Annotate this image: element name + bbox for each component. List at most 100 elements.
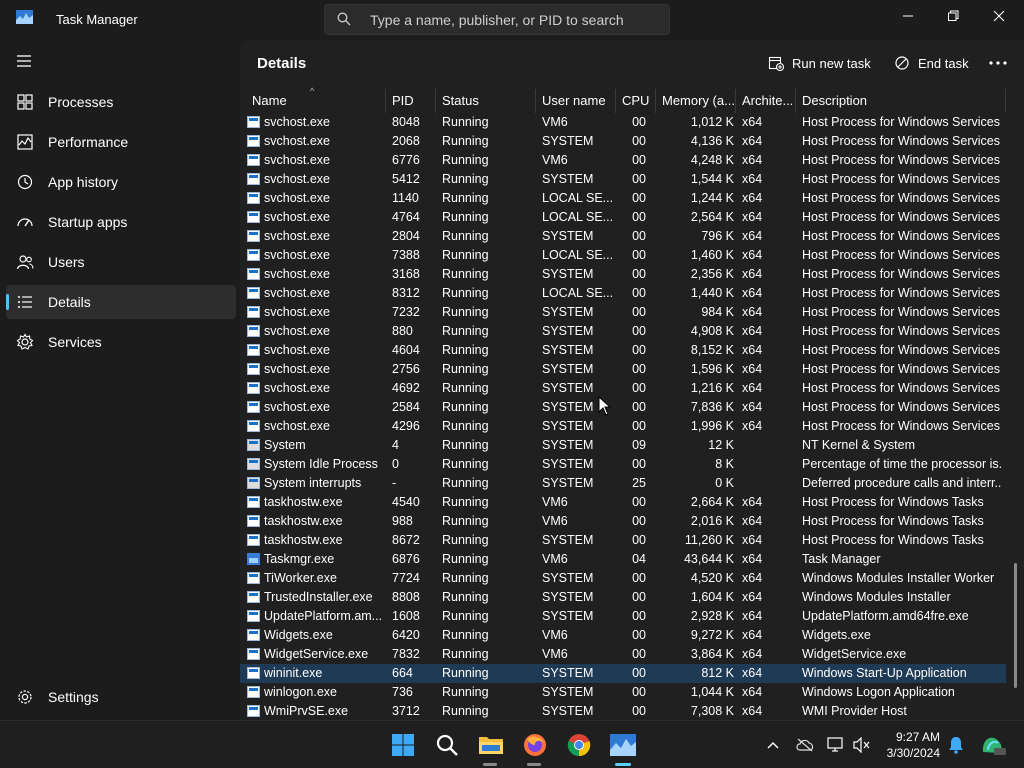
table-row[interactable]: svchost.exe 4764 Running LOCAL SE... 00 2,564… [240,208,1006,227]
table-row[interactable]: winlogon.exe 736 Running SYSTEM 00 1,044 K x64… [240,683,1006,702]
table-row[interactable]: svchost.exe 3168 Running SYSTEM 00 2,356 K x64… [240,265,1006,284]
column-header[interactable]: Description [796,89,1006,113]
table-row[interactable]: svchost.exe 7232 Running SYSTEM 00 984 K x64 Ho… [240,303,1006,322]
tray-notifications[interactable] [946,735,966,755]
sidebar-item-performance[interactable]: Performance [6,125,236,159]
taskbar-start[interactable] [389,731,417,759]
table-row[interactable]: svchost.exe 4604 Running SYSTEM 00 8,152 K x64… [240,341,1006,360]
table-cell: svchost.exe [264,419,331,433]
table-row[interactable]: wininit.exe 664 Running SYSTEM 00 812 K x64 Win… [240,664,1006,683]
table-cell: Running [442,533,489,547]
table-row[interactable]: svchost.exe 1140 Running LOCAL SE... 00 1,244… [240,189,1006,208]
table-row[interactable]: svchost.exe 8312 Running LOCAL SE... 00 1,440… [240,284,1006,303]
table-cell: Host Process for Windows Services [802,305,1000,319]
table-row[interactable]: Widgets.exe 6420 Running VM6 00 9,272 K x64 Wid… [240,626,1006,645]
run-new-task-button[interactable]: Run new task [768,52,871,74]
process-table[interactable]: svchost.exe 8048 Running VM6 00 1,012 K x64 Hos… [240,113,1010,720]
column-header[interactable]: Archite... [736,89,796,113]
table-cell: System Idle Process [264,457,378,471]
column-header[interactable]: Status [436,89,536,113]
taskbar-clock[interactable]: 9:27 AM 3/30/2024 [870,729,940,761]
taskbar-firefox[interactable] [521,731,549,759]
table-row[interactable]: svchost.exe 5412 Running SYSTEM 00 1,544 K x64… [240,170,1006,189]
tray-onedrive[interactable] [795,735,815,755]
table-cell: x64 [742,134,763,148]
table-row[interactable]: WmiPrvSE.exe 3712 Running SYSTEM 00 7,308 K x6… [240,702,1006,720]
sidebar-item-app-history[interactable]: App history [6,165,236,199]
sidebar-item-details[interactable]: Details [6,285,236,319]
taskbar-chrome[interactable] [565,731,593,759]
table-row[interactable]: taskhostw.exe 4540 Running VM6 00 2,664 K x64 H… [240,493,1006,512]
sidebar-item-users[interactable]: Users [6,245,236,279]
table-cell: 1,244 K [690,191,734,205]
table-row[interactable]: Taskmgr.exe 6876 Running VM6 04 43,644 K x64 Ta… [240,550,1006,569]
table-cell: Host Process for Windows Services [802,191,1000,205]
hamburger-menu-icon[interactable] [14,52,34,70]
table-row[interactable]: svchost.exe 2068 Running SYSTEM 00 4,136 K x64… [240,132,1006,151]
close-button[interactable] [976,0,1022,32]
table-row[interactable]: System interrupts - Running SYSTEM 25 0 K Defe… [240,474,1006,493]
tray-copilot[interactable] [980,735,1006,755]
table-row[interactable]: svchost.exe 2584 Running SYSTEM 00 7,836 Kx64… [240,398,1006,417]
table-row[interactable]: svchost.exe 2804 Running SYSTEM 00 796 K x64 Ho… [240,227,1006,246]
more-options-button[interactable] [984,52,1012,74]
cloud-offline-icon [796,738,814,752]
table-row[interactable]: svchost.exe 4296 Running SYSTEM 00 1,996 K x64… [240,417,1006,436]
column-header[interactable]: CPU [616,89,656,113]
table-cell: 7724 [392,571,420,585]
table-cell: Running [442,628,489,642]
table-row[interactable]: WidgetService.exe 7832 Running VM6 00 3,864 K… [240,645,1006,664]
sidebar-item-startup-apps[interactable]: Startup apps [6,205,236,239]
table-cell: Host Process for Windows Services [802,115,1000,129]
process-icon [247,135,260,147]
sidebar-item-processes[interactable]: Processes [6,85,236,119]
process-icon [247,534,260,546]
taskbar-file-explorer[interactable] [477,731,505,759]
tray-network[interactable] [826,735,846,755]
table-cell: Running [442,172,489,186]
column-header[interactable]: User name [536,89,616,113]
table-cell: 00 [632,172,646,186]
restore-button[interactable] [930,0,976,32]
table-row[interactable]: svchost.exe 2756 Running SYSTEM 00 1,596 K x64… [240,360,1006,379]
tray-volume[interactable] [852,735,872,755]
restore-icon [948,10,959,21]
end-task-button[interactable]: End task [894,52,969,74]
table-cell: wininit.exe [264,666,323,680]
sidebar-item-settings[interactable]: Settings [6,680,236,714]
table-cell: Running [442,438,489,452]
table-cell: x64 [742,267,763,281]
search-input[interactable]: Type a name, publisher, or PID to search [324,4,670,35]
process-icon [247,287,260,299]
table-cell: VM6 [542,628,568,642]
column-header[interactable]: PID [386,89,436,113]
table-row[interactable]: System 4 Running SYSTEM 09 12 K NT Kernel & Sy… [240,436,1006,455]
file-explorer-icon [479,737,503,754]
minimize-button[interactable] [885,0,931,32]
table-cell: 00 [632,685,646,699]
table-row[interactable]: svchost.exe 8048 Running VM6 00 1,012 K x64 Hos… [240,113,1006,132]
table-row[interactable]: svchost.exe 6776 Running VM6 00 4,248 K x64 Hos… [240,151,1006,170]
table-cell: - [392,476,397,490]
table-cell: LOCAL SE... [542,248,614,262]
table-cell: 0 K [715,476,734,490]
run-task-icon [768,56,784,71]
table-row[interactable]: TiWorker.exe 7724 Running SYSTEM 00 4,520 K x6… [240,569,1006,588]
table-row[interactable]: System Idle Process 0 Running SYSTEM 00 8 K Pe… [240,455,1006,474]
table-row[interactable]: svchost.exe 7388 Running LOCAL SE... 00 1,460… [240,246,1006,265]
column-header[interactable]: Name [246,89,386,113]
table-row[interactable]: svchost.exe 4692 Running SYSTEM 00 1,216 K x64… [240,379,1006,398]
column-header[interactable]: Memory (a... [656,89,736,113]
sidebar-item-services[interactable]: Services [6,325,236,359]
taskbar-search[interactable] [433,731,461,759]
table-row[interactable]: UpdatePlatform.am... 1608 Running SYSTEM 00 2… [240,607,1006,626]
table-row[interactable]: taskhostw.exe 8672 Running SYSTEM 00 11,260 K… [240,531,1006,550]
table-row[interactable]: TrustedInstaller.exe 8808 Running SYSTEM 00 1… [240,588,1006,607]
taskbar-task-manager[interactable] [609,731,637,759]
vertical-scrollbar[interactable] [1014,563,1017,688]
table-row[interactable]: svchost.exe 880 Running SYSTEM 00 4,908 K x64 H… [240,322,1006,341]
table-row[interactable]: taskhostw.exe 988 Running VM6 00 2,016 K x64 Ho… [240,512,1006,531]
table-cell: 1,604 K [690,590,734,604]
show-hidden-icons-button[interactable] [763,735,783,755]
table-cell: taskhostw.exe [264,514,343,528]
